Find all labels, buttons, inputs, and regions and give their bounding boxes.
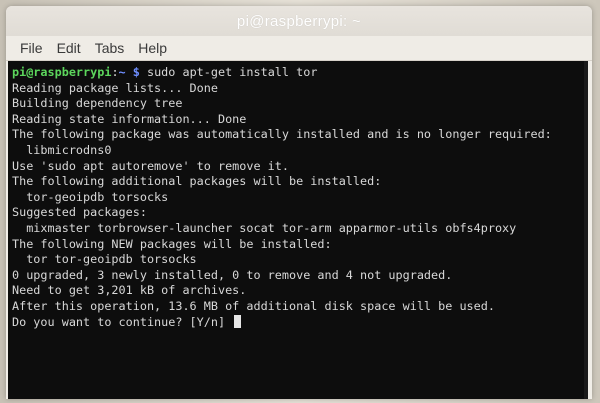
terminal-window: pi@raspberrypi: ~ File Edit Tabs Help pi… — [6, 6, 592, 399]
terminal-output[interactable]: pi@raspberrypi:~ $ sudo apt-get install … — [8, 61, 588, 399]
prompt-path: ~ $ — [118, 65, 140, 79]
output-line: Need to get 3,201 kB of archives. — [12, 283, 247, 298]
output-line: tor tor-geoipdb torsocks — [12, 252, 197, 267]
menu-file[interactable]: File — [14, 40, 49, 56]
title-bar[interactable]: pi@raspberrypi: ~ — [6, 6, 592, 36]
output-line: libmicrodns0 — [12, 142, 112, 157]
output-line: mixmaster torbrowser-launcher socat tor-… — [12, 220, 517, 235]
output-line: tor-geoipdb torsocks — [12, 189, 169, 204]
menu-bar: File Edit Tabs Help — [6, 36, 592, 61]
output-line: The following package was automatically … — [12, 127, 552, 142]
text-cursor — [234, 314, 242, 328]
output-line: After this operation, 13.6 MB of additio… — [12, 298, 495, 313]
menu-help[interactable]: Help — [132, 40, 173, 56]
menu-edit[interactable]: Edit — [51, 40, 87, 56]
output-line: The following additional packages will b… — [12, 174, 382, 189]
prompt-user-host: pi@raspberrypi — [12, 65, 112, 79]
output-line: Reading state information... Done — [12, 111, 247, 126]
output-line: Reading package lists... Done — [12, 80, 218, 95]
continue-prompt-line: Do you want to continue? [Y/n] — [12, 314, 584, 331]
output-line: 0 upgraded, 3 newly installed, 0 to remo… — [12, 267, 453, 282]
output-line: Use 'sudo apt autoremove' to remove it. — [12, 158, 289, 173]
output-line: Suggested packages: — [12, 205, 147, 220]
continue-question: Do you want to continue? [Y/n] — [12, 314, 233, 329]
output-line: The following NEW packages will be insta… — [12, 236, 332, 251]
output-line: Building dependency tree — [12, 96, 183, 111]
menu-tabs[interactable]: Tabs — [89, 40, 131, 56]
terminal-scrollbar[interactable] — [584, 61, 588, 399]
prompt-line: pi@raspberrypi:~ $ sudo apt-get install … — [12, 65, 584, 81]
prompt-command: sudo apt-get install tor — [139, 65, 318, 79]
prompt-separator: : — [111, 65, 119, 79]
window-title: pi@raspberrypi: ~ — [236, 13, 362, 30]
